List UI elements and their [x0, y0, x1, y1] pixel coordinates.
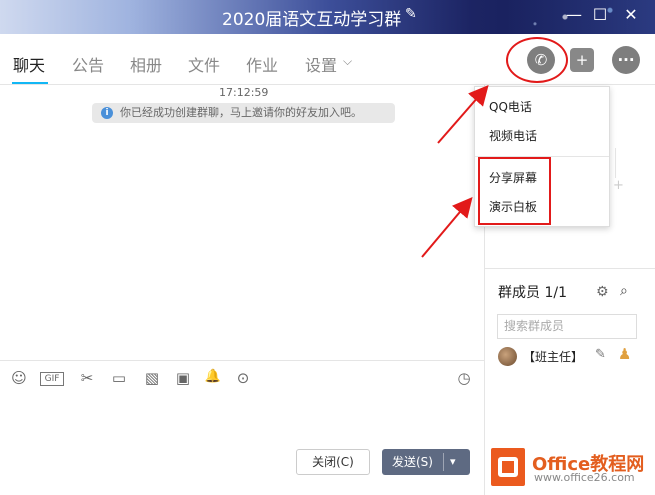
- arrow-to-share: [421, 196, 473, 258]
- arrow-to-phone: [437, 84, 489, 144]
- annotation-arrows: [421, 84, 489, 258]
- watermark-url: www.office26.com: [534, 471, 635, 484]
- office-logo: [491, 448, 525, 486]
